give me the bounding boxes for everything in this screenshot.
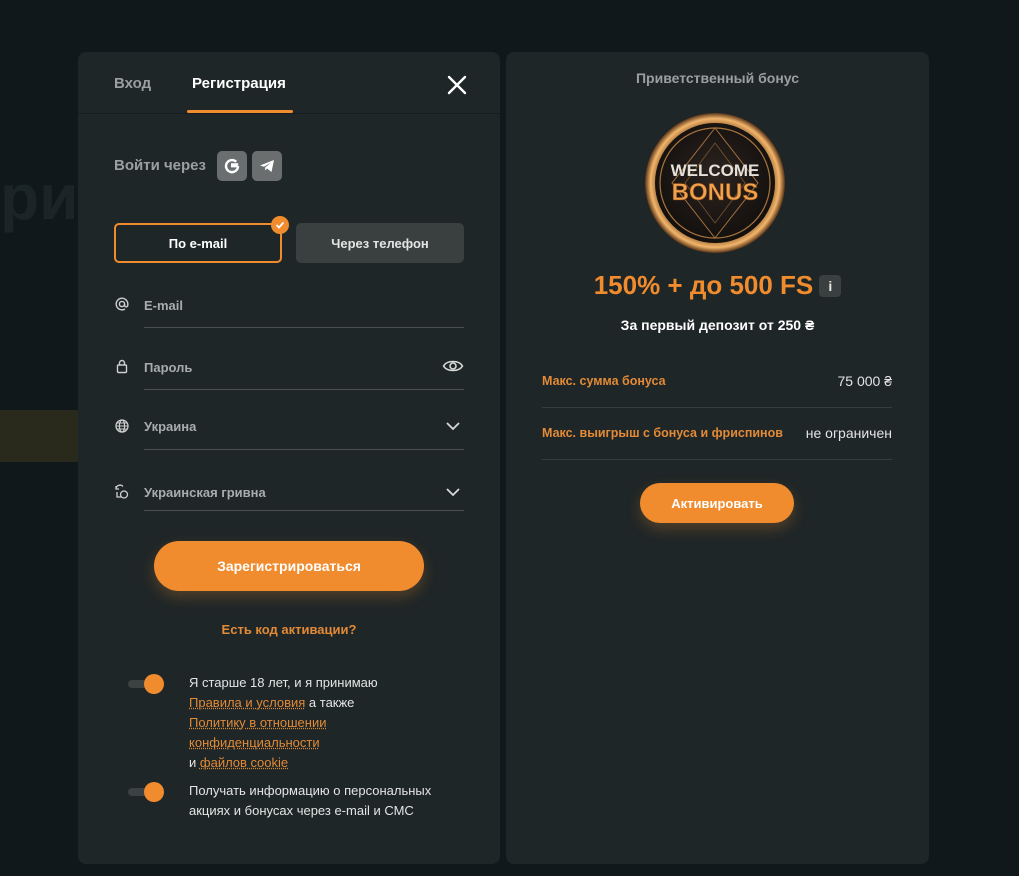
tab-login[interactable]: Вход [114, 75, 151, 92]
lock-icon [116, 359, 128, 374]
country-dropdown-toggle[interactable] [442, 416, 464, 436]
country-value: Украина [144, 419, 197, 434]
register-button[interactable]: Зарегистрироваться [154, 541, 424, 591]
google-login-button[interactable] [217, 151, 247, 181]
bonus-row-value: не ограничен [805, 425, 892, 441]
chevron-down-icon [446, 488, 460, 497]
consent-also: а также [308, 695, 355, 710]
bonus-row-label: Макс. выигрыш с бонуса и фриспинов [542, 426, 783, 440]
bonus-panel: Приветственный бонус WELCOME BONUS 150% … [506, 52, 929, 864]
background-band [0, 410, 80, 462]
privacy-policy-link[interactable]: Политику в отношении конфиденциальности [189, 715, 326, 750]
bonus-amount: 150% + до 500 FS i [506, 270, 929, 301]
currency-select[interactable]: Украинская гривна [114, 476, 464, 511]
email-input[interactable] [144, 292, 424, 318]
close-button[interactable] [444, 72, 470, 98]
telegram-login-button[interactable] [252, 151, 282, 181]
consent-and: и [189, 755, 197, 770]
bonus-row-value: 75 000 ₴ [837, 373, 893, 389]
activate-bonus-button[interactable]: Активировать [640, 483, 794, 523]
bonus-heading: Приветственный бонус [635, 70, 799, 86]
active-tab-indicator [187, 110, 293, 113]
password-input[interactable] [144, 354, 424, 380]
close-icon [447, 75, 467, 95]
email-field [114, 288, 464, 328]
bonus-amount-text: 150% + до 500 FS [593, 270, 814, 300]
country-underline [144, 449, 464, 450]
toggle-knob [144, 782, 164, 802]
login-via-label: Войти через [114, 157, 206, 174]
welcome-bonus-coin-image: WELCOME BONUS [645, 113, 785, 253]
selected-check-icon [271, 216, 289, 234]
currency-value: Украинская гривна [144, 485, 266, 500]
auth-tabs: Вход Регистрация [78, 52, 500, 114]
marketing-consent-text: Получать информацию о персональных акция… [189, 783, 432, 818]
toggle-knob [144, 674, 164, 694]
show-password-button[interactable] [442, 356, 464, 376]
registration-panel: Вход Регистрация Войти через По e-mail Ч… [78, 52, 500, 864]
age-consent-text: Я старше 18 лет, и я принимаю Правила и … [189, 673, 409, 773]
password-underline [144, 389, 464, 390]
age-consent-toggle[interactable] [128, 674, 164, 694]
terms-link[interactable]: Правила и условия [189, 695, 305, 710]
coin-text-line2: BONUS [672, 179, 759, 206]
marketing-consent-toggle[interactable] [128, 782, 164, 802]
eye-icon [442, 360, 464, 372]
currency-exchange-icon [115, 484, 129, 499]
cookie-policy-link[interactable]: файлов cookie [200, 755, 288, 770]
activation-code-link[interactable]: Есть код активации? [78, 622, 500, 637]
bonus-detail-row: Макс. сумма бонуса 75 000 ₴ [542, 356, 892, 408]
telegram-icon [260, 160, 274, 172]
mode-phone-button[interactable]: Через телефон [296, 223, 464, 263]
bonus-subtitle: За первый депозит от 250 ₴ [620, 317, 815, 333]
coin-text-line1: WELCOME [671, 161, 760, 180]
google-icon [224, 158, 240, 174]
currency-underline [144, 510, 464, 511]
bonus-row-label: Макс. сумма бонуса [542, 374, 666, 388]
country-select[interactable]: Украина [114, 410, 464, 450]
globe-icon [115, 419, 129, 433]
email-underline [144, 327, 464, 328]
password-field [114, 350, 464, 390]
age-consent-prefix: Я старше 18 лет, и я принимаю [189, 675, 378, 690]
tab-register[interactable]: Регистрация [192, 75, 286, 92]
chevron-down-icon [446, 422, 460, 431]
mode-email-button[interactable]: По e-mail [114, 223, 282, 263]
info-button[interactable]: i [819, 275, 842, 297]
bonus-detail-row: Макс. выигрыш с бонуса и фриспинов не ог… [542, 408, 892, 460]
at-icon [115, 297, 129, 311]
currency-dropdown-toggle[interactable] [442, 482, 464, 502]
